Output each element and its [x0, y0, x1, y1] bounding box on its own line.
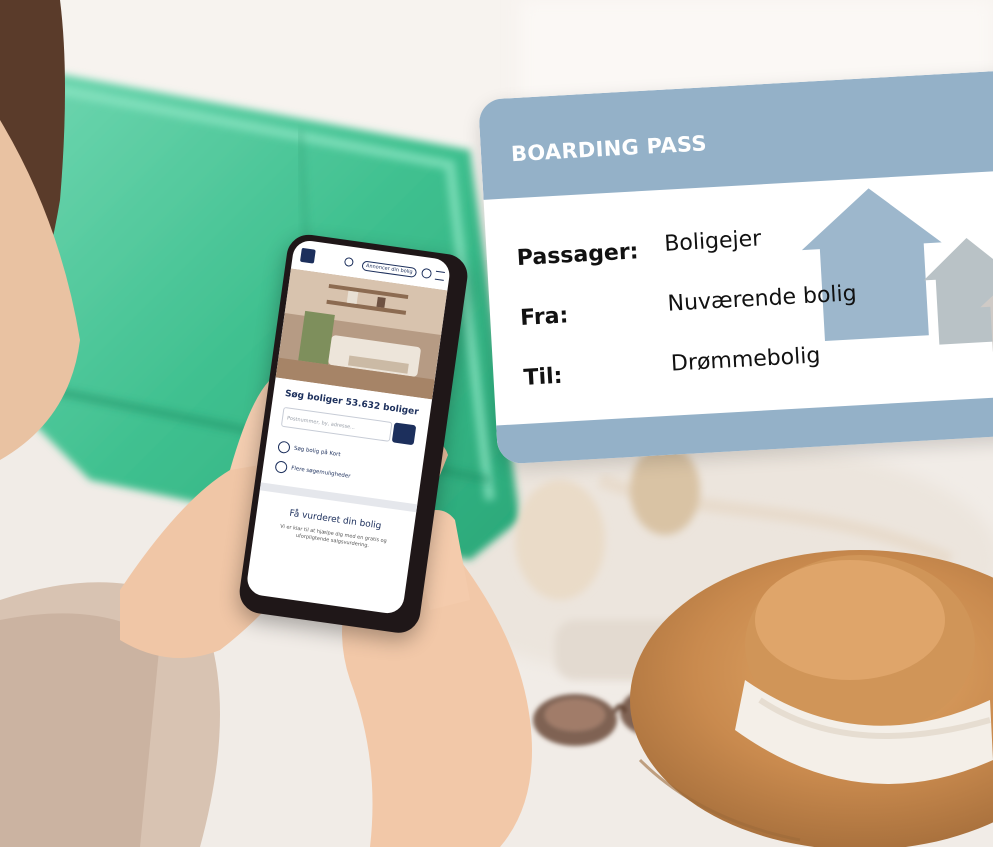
hero-interior-image	[275, 268, 448, 400]
map-icon	[277, 440, 291, 455]
passenger-value: Boligejer	[663, 226, 762, 257]
house-icon	[801, 188, 993, 352]
search-map-link[interactable]: Søg bolig på Kort	[293, 446, 340, 458]
passenger-label: Passager:	[516, 239, 640, 272]
search-input[interactable]: Postnummer, by, adresse...	[280, 406, 393, 442]
boarding-pass-card: BOARDING PASS Passager: Boligejer Fra: N…	[478, 68, 993, 465]
from-label: Fra:	[519, 303, 570, 331]
app-logo	[299, 247, 316, 264]
search-icon[interactable]	[343, 256, 354, 268]
filter-icon	[274, 460, 288, 474]
user-icon[interactable]	[420, 267, 433, 280]
to-label: Til:	[522, 363, 564, 391]
photo-scene: Annoncer din bolig Søg boliger 53.632 bo…	[0, 0, 993, 847]
menu-icon[interactable]	[434, 270, 445, 281]
boarding-pass-title: BOARDING PASS	[510, 131, 708, 167]
to-value: Drømmebolig	[670, 343, 821, 377]
search-button[interactable]	[391, 422, 417, 446]
more-search-options-link[interactable]: Flere søgemuligheder	[291, 465, 351, 479]
announce-home-button[interactable]: Annoncer din bolig	[361, 260, 418, 278]
